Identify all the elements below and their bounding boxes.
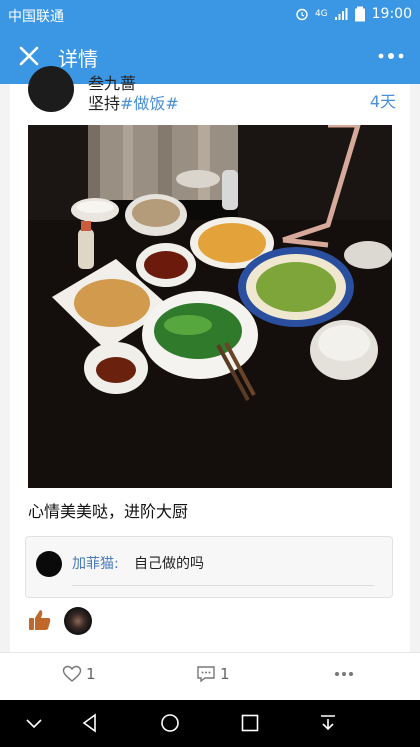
comment-author[interactable]: 加菲猫: (72, 553, 119, 573)
home-icon[interactable] (160, 713, 180, 733)
more-icon[interactable] (376, 48, 406, 64)
action-bar: 1 1 (0, 652, 420, 701)
heart-icon (62, 665, 82, 682)
comment-text: 自己做的吗 (134, 556, 204, 572)
recent-apps-icon[interactable] (240, 713, 260, 733)
notification-pulldown-icon[interactable] (318, 713, 338, 733)
comment-box: 加菲猫: 自己做的吗 (25, 536, 393, 598)
post-time: 4天 (369, 92, 396, 111)
more-actions-button[interactable] (334, 671, 354, 677)
signal-icon (334, 8, 348, 20)
comment-count: 1 (220, 665, 230, 683)
liker-avatar[interactable] (64, 607, 92, 635)
battery-icon (354, 6, 365, 22)
food-photo-illustration (28, 125, 392, 488)
comment-icon (197, 666, 215, 683)
like-count: 1 (86, 665, 96, 683)
avatar[interactable] (28, 66, 74, 112)
status-icons: 4G 19:00 (295, 6, 412, 22)
system-nav-bar (0, 700, 420, 747)
like-button[interactable]: 1 (62, 665, 96, 683)
post-tagline: 坚持#做饭# (88, 90, 179, 114)
post-photo[interactable] (28, 125, 392, 488)
tagline-prefix: 坚持 (88, 94, 121, 113)
page-title: 详情 (58, 47, 98, 71)
comment-divider (72, 585, 374, 586)
close-icon[interactable] (16, 43, 42, 69)
hashtag-link[interactable]: #做饭# (120, 94, 179, 113)
status-bar: 中国联通 4G 19:00 (0, 0, 420, 30)
post-text: 心情美美哒，进阶大厨 (28, 502, 189, 521)
carrier-label: 中国联通 (8, 9, 64, 25)
content-area: 叁九蔷 坚持#做饭# 4天 心情美美哒，进阶大厨 加菲猫: 自己做的吗 (0, 66, 420, 652)
clock-label: 19:00 (371, 6, 412, 22)
post-card: 叁九蔷 坚持#做饭# 4天 心情美美哒，进阶大厨 加菲猫: 自己做的吗 (10, 66, 410, 652)
network-type-label: 4G (314, 9, 328, 19)
alarm-icon (296, 8, 308, 21)
thumbs-up-icon (29, 610, 51, 630)
comment-button[interactable]: 1 (196, 665, 230, 683)
ellipsis-icon (335, 672, 353, 676)
chevron-down-icon[interactable] (24, 713, 44, 733)
back-icon[interactable] (80, 713, 100, 733)
comment-avatar[interactable] (36, 551, 62, 577)
